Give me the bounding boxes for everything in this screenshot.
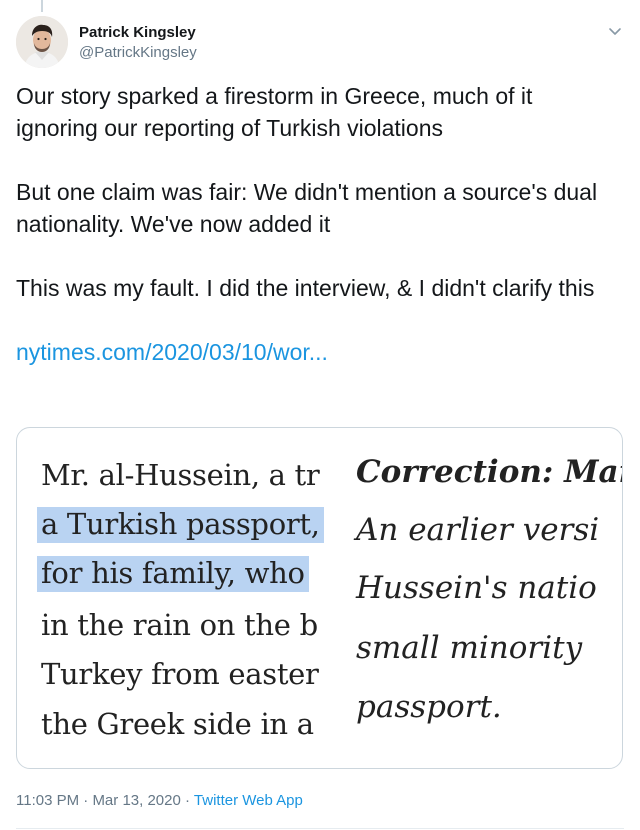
meta-separator: · bbox=[83, 792, 89, 809]
author-display-name[interactable]: Patrick Kingsley bbox=[79, 23, 197, 43]
tweet-time[interactable]: 11:03 PM bbox=[16, 792, 79, 809]
highlighted-excerpt-line: for his family, who bbox=[37, 556, 309, 592]
tweet-metadata: 11:03 PM · Mar 13, 2020 · Twitter Web Ap… bbox=[16, 792, 303, 809]
tweet-paragraph: This was my fault. I did the interview, … bbox=[16, 275, 595, 301]
correction-line: Hussein's natio bbox=[356, 570, 597, 606]
chevron-down-icon[interactable] bbox=[606, 22, 624, 40]
article-excerpt-line: Turkey from easter bbox=[41, 657, 319, 691]
correction-title: Correction: Mar bbox=[356, 454, 623, 490]
article-excerpt-line: the Greek side in a bbox=[41, 707, 314, 741]
meta-separator: · bbox=[185, 792, 190, 809]
media-image-left[interactable]: Mr. al-Hussein, a tr a Turkish passport,… bbox=[17, 428, 335, 768]
correction-line: passport. bbox=[356, 689, 502, 725]
tweet-date[interactable]: Mar 13, 2020 bbox=[92, 792, 180, 809]
tweet-paragraph: But one claim was fair: We didn't mentio… bbox=[16, 179, 598, 237]
tweet-text: Our story sparked a firestorm in Greece,… bbox=[16, 80, 616, 400]
article-excerpt-line: in the rain on the b bbox=[41, 608, 318, 642]
divider bbox=[16, 828, 624, 829]
thread-connector-line bbox=[41, 0, 43, 12]
correction-line: small minority bbox=[356, 630, 583, 666]
tweet-paragraph: Our story sparked a firestorm in Greece,… bbox=[16, 83, 533, 141]
avatar[interactable] bbox=[16, 16, 68, 68]
highlighted-excerpt-line: a Turkish passport, bbox=[37, 507, 324, 543]
tweet-header: Patrick Kingsley @PatrickKingsley bbox=[16, 16, 624, 72]
author-handle[interactable]: @PatrickKingsley bbox=[79, 43, 197, 63]
source-app-link[interactable]: Twitter Web App bbox=[194, 792, 303, 809]
correction-line: An earlier versi bbox=[356, 512, 600, 548]
article-excerpt-line: Mr. al-Hussein, a tr bbox=[41, 458, 320, 492]
tweet-media[interactable]: Mr. al-Hussein, a tr a Turkish passport,… bbox=[16, 427, 623, 769]
media-image-right[interactable]: Correction: Mar An earlier versi Hussein… bbox=[352, 428, 623, 768]
article-link[interactable]: nytimes.com/2020/03/10/wor... bbox=[16, 339, 328, 365]
